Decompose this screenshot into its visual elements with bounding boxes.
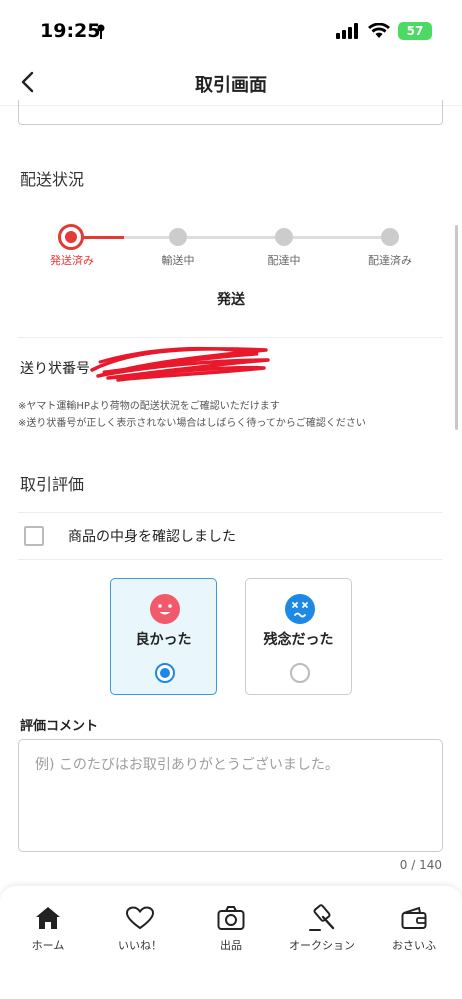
- step-line-inactive: [124, 236, 391, 239]
- camera-icon: [217, 906, 245, 930]
- rating-bad-radio[interactable]: [290, 663, 310, 683]
- step-dot-shipped: [58, 224, 84, 250]
- step-dot-out-for-delivery: [275, 228, 293, 246]
- tab-label: オークション: [289, 939, 355, 952]
- comment-label: 評価コメント: [20, 719, 99, 734]
- content-confirm-checkbox[interactable]: [24, 526, 44, 546]
- tracking-number-label: 送り状番号: [20, 361, 90, 377]
- tab-label: おさいふ: [392, 939, 436, 952]
- tab-sell[interactable]: 出品: [185, 904, 277, 953]
- tab-likes[interactable]: いいね！: [94, 904, 186, 953]
- current-shipping-status: 発送: [217, 292, 245, 308]
- status-bar: 19:25 57: [0, 0, 462, 60]
- shipping-note: ※ヤマト運輸HPより荷物の配送状況をご確認いただけます: [18, 401, 280, 412]
- tab-label: 出品: [220, 939, 242, 952]
- content-confirm-label: 商品の中身を確認しました: [68, 529, 236, 545]
- page-title: 取引画面: [195, 75, 267, 96]
- step-label-out-for-delivery: 配達中: [267, 254, 301, 267]
- shipping-note: ※送り状番号が正しく表示されない場合はしばらく待ってからご確認ください: [18, 418, 366, 429]
- shipping-notes: ※ヤマト運輸HPより荷物の配送状況をご確認いただけます ※送り状番号が正しく表示…: [18, 398, 448, 432]
- content-confirm-row[interactable]: 商品の中身を確認しました: [18, 512, 443, 560]
- tab-wallet[interactable]: おさいふ: [368, 904, 460, 953]
- home-icon: [36, 907, 60, 929]
- gavel-icon: [309, 904, 335, 931]
- rating-good-card[interactable]: 良かった: [110, 578, 217, 695]
- step-dot-in-transit: [169, 228, 187, 246]
- rating-bad-card[interactable]: 残念だった: [245, 578, 352, 695]
- step-label-in-transit: 輸送中: [161, 254, 195, 267]
- shipping-section-title: 配送状況: [20, 170, 85, 189]
- location-icon: [97, 24, 105, 39]
- status-right: 57: [336, 22, 432, 40]
- rating-good-radio[interactable]: [155, 663, 175, 683]
- review-section-title: 取引評価: [20, 475, 85, 494]
- step-label-delivered: 配達済み: [368, 254, 412, 267]
- scrollbar[interactable]: [455, 225, 458, 430]
- heart-icon: [126, 906, 154, 930]
- battery-icon: 57: [398, 22, 432, 40]
- shipping-stepper: 発送済み 輸送中 配達中 配達済み: [0, 222, 462, 272]
- wifi-icon: [368, 23, 390, 38]
- wallet-icon: [401, 906, 427, 929]
- tab-home[interactable]: ホーム: [2, 904, 94, 953]
- comment-char-count: 0 / 140: [399, 858, 442, 872]
- tab-label: ホーム: [31, 939, 65, 952]
- previous-section-box: [18, 100, 443, 125]
- rating-good-label: 良かった: [135, 632, 192, 648]
- status-time: 19:25: [40, 20, 101, 42]
- sad-face-icon: [285, 594, 315, 624]
- bottom-tab-bar: ホーム いいね！ 出品 オークション おさいふ: [0, 886, 462, 999]
- tab-label: いいね！: [118, 939, 162, 952]
- divider: [18, 337, 443, 338]
- rating-bad-label: 残念だった: [263, 632, 334, 648]
- redaction-scribble: [90, 346, 270, 382]
- comment-textarea[interactable]: [18, 739, 443, 852]
- step-dot-delivered: [381, 228, 399, 246]
- step-label-shipped: 発送済み: [50, 254, 94, 267]
- signal-icon: [336, 23, 358, 39]
- tab-auction[interactable]: オークション: [276, 904, 368, 953]
- smile-face-icon: [150, 594, 180, 624]
